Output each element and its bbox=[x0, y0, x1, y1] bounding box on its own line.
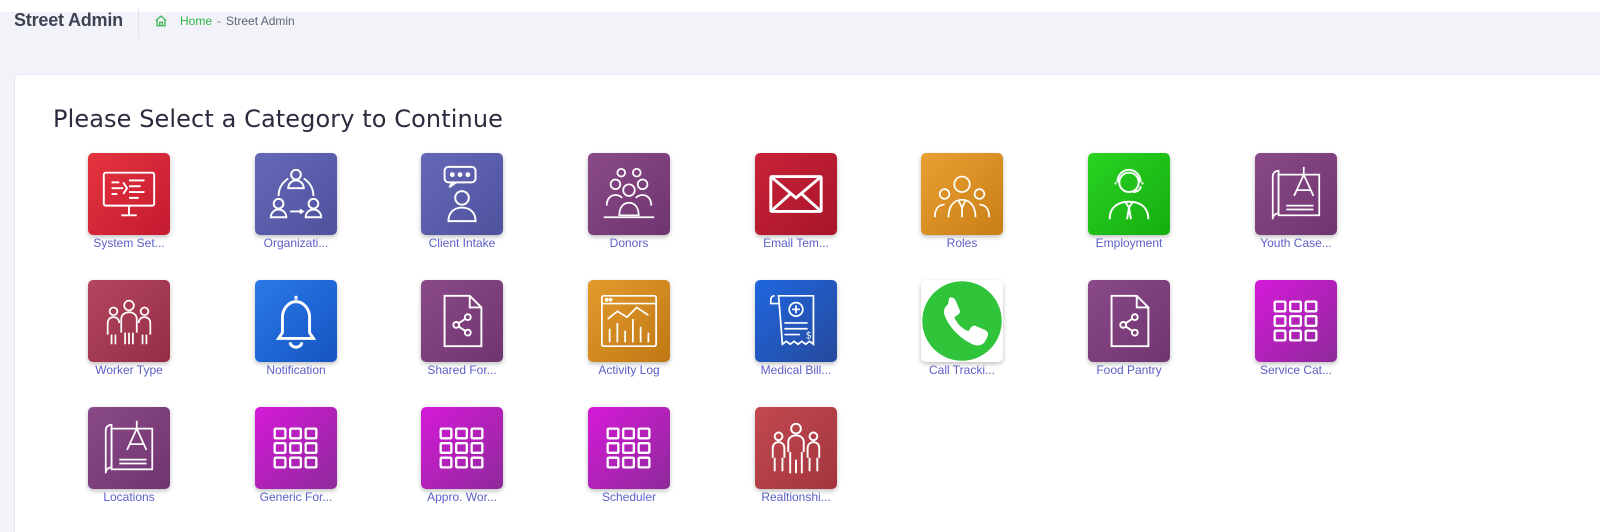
category-tile[interactable]: Locations bbox=[69, 407, 189, 504]
tile-icon-box[interactable] bbox=[421, 280, 503, 362]
tile-icon-box[interactable] bbox=[421, 153, 503, 235]
tile-icon-box[interactable] bbox=[255, 153, 337, 235]
tile-icon-box[interactable] bbox=[921, 153, 1003, 235]
tile-icon-box[interactable] bbox=[588, 280, 670, 362]
tile-icon-box[interactable] bbox=[755, 153, 837, 235]
person-chat-icon bbox=[443, 165, 477, 223]
activity-chart-icon bbox=[601, 294, 657, 348]
category-tile[interactable]: Realtionshi... bbox=[736, 407, 856, 504]
org-cycle-icon bbox=[269, 168, 323, 219]
breadcrumb: Home - Street Admin bbox=[154, 14, 295, 28]
tile-label[interactable]: Shared For... bbox=[402, 363, 522, 377]
category-tile[interactable]: Food Pantry bbox=[1069, 280, 1189, 377]
phone-icon bbox=[922, 281, 1002, 361]
tile-icon-box[interactable] bbox=[255, 280, 337, 362]
bell-icon bbox=[275, 295, 317, 349]
tile-icon-box[interactable] bbox=[921, 280, 1003, 362]
tile-label[interactable]: Call Tracki... bbox=[902, 363, 1022, 377]
tile-icon-box[interactable] bbox=[421, 407, 503, 489]
svg-text:$: $ bbox=[806, 330, 812, 341]
tile-icon-box[interactable] bbox=[1088, 153, 1170, 235]
tile-label[interactable]: Roles bbox=[902, 236, 1022, 250]
category-tile[interactable]: Activity Log bbox=[569, 280, 689, 377]
roles-people-icon bbox=[934, 175, 990, 218]
category-tile[interactable]: Email Tem... bbox=[736, 153, 856, 250]
tile-label[interactable]: Notification bbox=[236, 363, 356, 377]
tile-label[interactable]: Worker Type bbox=[69, 363, 189, 377]
blueprint-compass-icon bbox=[1271, 166, 1321, 220]
tile-label[interactable]: Youth Case... bbox=[1236, 236, 1356, 250]
tile-icon-box[interactable] bbox=[588, 407, 670, 489]
tile-label[interactable]: Locations bbox=[69, 490, 189, 504]
tile-label[interactable]: Food Pantry bbox=[1069, 363, 1189, 377]
page-title: Please Select a Category to Continue bbox=[53, 105, 504, 133]
tile-label[interactable]: Realtionshi... bbox=[736, 490, 856, 504]
category-tile[interactable]: Client Intake bbox=[402, 153, 522, 250]
shared-file-icon bbox=[1110, 294, 1150, 348]
envelope-icon bbox=[769, 175, 823, 213]
category-tile[interactable]: Shared For... bbox=[402, 280, 522, 377]
tile-label[interactable]: System Set... bbox=[69, 236, 189, 250]
category-tile[interactable]: Organizati... bbox=[236, 153, 356, 250]
tile-label[interactable]: Scheduler bbox=[569, 490, 689, 504]
tile-label[interactable]: Appro. Wor... bbox=[402, 490, 522, 504]
tile-label[interactable]: Activity Log bbox=[569, 363, 689, 377]
grid-icon bbox=[606, 427, 651, 469]
monitor-code-icon bbox=[102, 171, 156, 217]
home-icon[interactable] bbox=[154, 14, 168, 28]
tile-icon-box[interactable] bbox=[88, 407, 170, 489]
category-tile[interactable]: $ Medical Bill... bbox=[736, 280, 856, 377]
breadcrumb-current: Street Admin bbox=[226, 14, 295, 28]
shared-file-icon bbox=[443, 294, 483, 348]
tile-icon-box[interactable]: $ bbox=[755, 280, 837, 362]
grid-icon bbox=[1273, 300, 1318, 342]
employee-icon bbox=[1108, 168, 1150, 220]
tile-icon-box[interactable] bbox=[1088, 280, 1170, 362]
breadcrumb-separator: - bbox=[217, 14, 222, 28]
grid-icon bbox=[439, 427, 484, 469]
tile-label[interactable]: Client Intake bbox=[402, 236, 522, 250]
tile-icon-box[interactable] bbox=[1255, 280, 1337, 362]
grid-icon bbox=[273, 427, 318, 469]
category-tile[interactable]: Donors bbox=[569, 153, 689, 250]
category-tile[interactable]: System Set... bbox=[69, 153, 189, 250]
category-tile[interactable]: Notification bbox=[236, 280, 356, 377]
header-divider bbox=[138, 8, 139, 38]
category-tile[interactable]: Call Tracki... bbox=[902, 280, 1022, 377]
category-tile[interactable]: Roles bbox=[902, 153, 1022, 250]
workers-icon bbox=[106, 299, 152, 345]
category-tile[interactable]: Employment bbox=[1069, 153, 1189, 250]
group-people-icon bbox=[603, 167, 655, 219]
app-title: Street Admin bbox=[14, 10, 123, 30]
tile-icon-box[interactable] bbox=[755, 407, 837, 489]
category-tile[interactable]: Youth Case... bbox=[1236, 153, 1356, 250]
tile-label[interactable]: Generic For... bbox=[236, 490, 356, 504]
tile-label[interactable]: Employment bbox=[1069, 236, 1189, 250]
page-header: Street Admin Home - Street Admin bbox=[0, 0, 1600, 60]
tile-label[interactable]: Service Cat... bbox=[1236, 363, 1356, 377]
category-tile[interactable]: Appro. Wor... bbox=[402, 407, 522, 504]
relationship-people-icon bbox=[771, 422, 821, 474]
medical-bill-icon: $ bbox=[769, 294, 815, 346]
breadcrumb-home-link[interactable]: Home bbox=[180, 14, 212, 28]
tile-label[interactable]: Donors bbox=[569, 236, 689, 250]
blueprint-compass-icon bbox=[104, 420, 154, 474]
tile-icon-box[interactable] bbox=[255, 407, 337, 489]
tile-label[interactable]: Organizati... bbox=[236, 236, 356, 250]
category-tile[interactable]: Worker Type bbox=[69, 280, 189, 377]
category-tile[interactable]: Generic For... bbox=[236, 407, 356, 504]
tile-label[interactable]: Medical Bill... bbox=[736, 363, 856, 377]
category-tile[interactable]: Service Cat... bbox=[1236, 280, 1356, 377]
tile-icon-box[interactable] bbox=[88, 153, 170, 235]
tile-icon-box[interactable] bbox=[88, 280, 170, 362]
tile-label[interactable]: Email Tem... bbox=[736, 236, 856, 250]
tile-icon-box[interactable] bbox=[1255, 153, 1337, 235]
tile-icon-box[interactable] bbox=[588, 153, 670, 235]
category-tile[interactable]: Scheduler bbox=[569, 407, 689, 504]
